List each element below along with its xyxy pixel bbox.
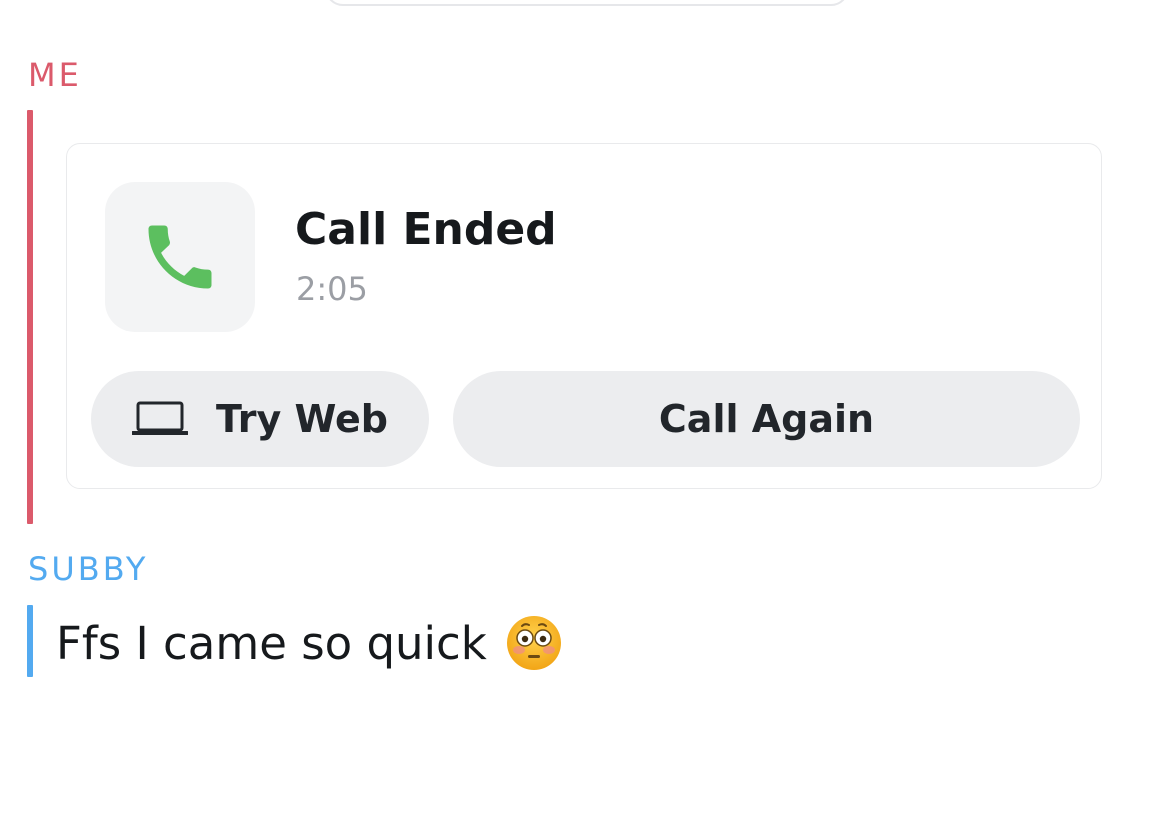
message-group-bar-subby (27, 605, 33, 677)
call-again-button[interactable]: Call Again (453, 371, 1080, 467)
message-text: Ffs I came so quick (56, 614, 563, 672)
message-group-bar-me (27, 110, 33, 524)
call-duration: 2:05 (296, 270, 368, 308)
call-again-label: Call Again (658, 397, 875, 441)
laptop-icon (130, 401, 189, 437)
try-web-label: Try Web (215, 397, 389, 441)
chat-view: ME Call Ended 2:05 Try Web Call Again SU… (0, 0, 1169, 825)
call-ended-card: Call Ended 2:05 Try Web Call Again (66, 143, 1102, 489)
try-web-button[interactable]: Try Web (91, 371, 429, 467)
sender-label-subby: SUBBY (28, 550, 149, 588)
chat-input-pill[interactable] (325, 0, 849, 6)
flushed-face-emoji-icon (505, 614, 563, 672)
phone-icon (105, 182, 255, 332)
message-body: Ffs I came so quick (56, 616, 487, 670)
call-title: Call Ended (295, 204, 557, 255)
sender-label-me: ME (28, 56, 82, 94)
